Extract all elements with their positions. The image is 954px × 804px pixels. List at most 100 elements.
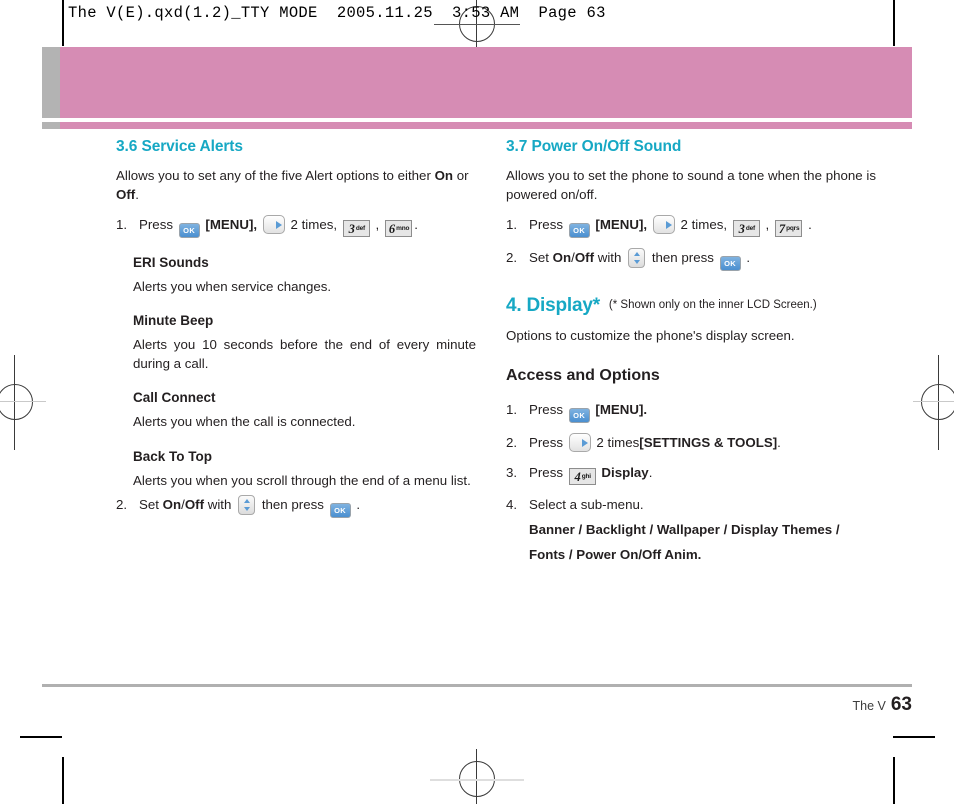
right-arrow-key-icon xyxy=(652,214,675,234)
footer-rule xyxy=(42,684,912,687)
header-banner xyxy=(42,47,912,118)
step-on-label: On xyxy=(162,496,182,512)
step-off-label: Off xyxy=(184,496,205,512)
numeric-key-3-digit: 3 xyxy=(348,221,355,236)
footer: The V 63 xyxy=(853,694,913,716)
numeric-key-4-digit: 4 xyxy=(574,470,581,485)
step-comma: , xyxy=(765,216,770,232)
step-period: . xyxy=(746,249,751,265)
print-slug-line: The V(E).qxd(1.2)_TTY MODE 2005.11.25 3:… xyxy=(68,4,606,22)
step-with-label: with xyxy=(207,496,232,512)
step-times-label: 2 times, xyxy=(680,216,728,232)
step-item: 1. Press OK [MENU], 2 times, 3def , 7pqr… xyxy=(506,214,876,238)
step-number: 1. xyxy=(116,216,128,232)
submenu-list-line-1: Banner / Backlight / Wallpaper / Display… xyxy=(529,521,840,537)
header-banner-rule-tab xyxy=(42,122,60,129)
numeric-key-4-icon: 4ghi xyxy=(568,468,596,486)
registration-mark-top-hline xyxy=(434,24,520,25)
step-item: 2. Set On/Off with then press OK . xyxy=(506,247,876,271)
intro-text-a: Allows you to set any of the five Alert … xyxy=(116,168,435,183)
step-period: . xyxy=(808,216,812,232)
registration-mark-right-hline xyxy=(913,401,954,403)
crop-mark-top-right-vertical xyxy=(893,0,895,46)
numeric-key-3-digit: 3 xyxy=(738,221,745,236)
footer-label: The V xyxy=(852,699,886,713)
ok-key-icon: OK xyxy=(568,407,590,423)
display-label: Display xyxy=(601,465,649,481)
header-banner-rule xyxy=(42,122,912,129)
numeric-key-7-letters: pqrs xyxy=(786,224,800,232)
numeric-key-6-icon: 6mno xyxy=(384,219,413,237)
menu-label: [MENU], xyxy=(205,216,258,232)
numeric-key-7-digit: 7 xyxy=(778,221,786,236)
subsection-body-eri-sounds: Alerts you when service changes. xyxy=(133,278,332,294)
subsection-body-call-connect: Alerts you when the call is connected. xyxy=(133,414,356,430)
ok-key-icon: OK xyxy=(568,222,590,238)
step-with-label: with xyxy=(597,249,622,265)
step-then-press-label: then press xyxy=(261,496,324,512)
crop-mark-bottom-left-vertical xyxy=(62,757,64,804)
registration-mark-bottom-vline xyxy=(476,749,478,804)
numeric-key-3-letters: def xyxy=(355,224,365,232)
menu-label: [MENU]. xyxy=(595,401,648,417)
step-select-submenu-label: Select a sub-menu. xyxy=(529,497,644,513)
crop-mark-bottom-right-horizontal xyxy=(893,736,935,738)
section-4-body: Options to customize the phone's display… xyxy=(506,327,795,343)
subsection-title-back-to-top: Back To Top xyxy=(133,448,213,464)
step-set-label: Set xyxy=(139,496,159,512)
section-4-note: (* Shown only on the inner LCD Screen.) xyxy=(608,298,817,311)
step-item: 1. Press OK [MENU], 2 times, 3def , 6mno… xyxy=(116,214,476,238)
subsection-body-back-to-top: Alerts you when you scroll through the e… xyxy=(133,472,471,488)
section-heading-3-6: 3.6 Service Alerts xyxy=(116,138,243,155)
step-item: 4. Select a sub-menu. Banner / Backlight… xyxy=(506,494,876,566)
step-number: 3. xyxy=(506,465,518,481)
numeric-key-6-digit: 6 xyxy=(388,221,396,236)
step-item: 3. Press 4ghi Display. xyxy=(506,462,876,486)
registration-mark-left-hline xyxy=(0,401,46,403)
section-3-7-steps: 1. Press OK [MENU], 2 times, 3def , 7pqr… xyxy=(506,214,876,271)
subsection-title-eri-sounds: ERI Sounds xyxy=(133,254,209,270)
step-number: 1. xyxy=(506,216,518,232)
step-set-label: Set xyxy=(529,249,549,265)
up-down-arrow-key-icon xyxy=(238,494,256,515)
step-number: 4. xyxy=(506,497,518,513)
registration-mark-bottom-hline xyxy=(430,779,524,781)
step-item: 1. Press OK [MENU]. xyxy=(506,399,876,423)
access-and-options-heading: Access and Options xyxy=(506,366,660,384)
intro-on: On xyxy=(434,168,454,183)
ok-key-icon: OK xyxy=(329,502,351,518)
step-comma: , xyxy=(375,216,380,232)
numeric-key-3-letters: def xyxy=(745,224,755,232)
step-period: . xyxy=(356,496,361,512)
right-arrow-key-icon xyxy=(262,214,285,234)
settings-tools-label: [SETTINGS & TOOLS] xyxy=(639,434,778,450)
step-item: 2. Press 2 times[SETTINGS & TOOLS]. xyxy=(506,432,876,454)
menu-label: [MENU], xyxy=(595,216,648,232)
step-off-label: Off xyxy=(574,249,595,265)
subsection-title-minute-beep: Minute Beep xyxy=(133,312,214,328)
registration-mark-left-vline xyxy=(14,355,16,450)
registration-mark-right-vline xyxy=(938,355,940,450)
step-period: . xyxy=(414,216,418,232)
numeric-key-3-icon: 3def xyxy=(732,219,760,237)
step-press-label: Press xyxy=(529,216,563,232)
numeric-key-3-icon: 3def xyxy=(342,219,370,237)
crop-mark-bottom-left-horizontal xyxy=(20,736,62,738)
header-banner-tab xyxy=(42,47,60,118)
step-on-label: On xyxy=(552,249,572,265)
step-press-label: Press xyxy=(529,434,563,450)
subsection-title-call-connect: Call Connect xyxy=(133,390,216,406)
subsection-body-minute-beep: Alerts you 10 seconds before the end of … xyxy=(133,336,476,372)
section-3-6-intro: Allows you to set any of the five Alert … xyxy=(116,166,476,205)
step-press-label: Press xyxy=(139,216,173,232)
numeric-key-6-letters: mno xyxy=(396,224,410,232)
section-3-6-steps-top: 1. Press OK [MENU], 2 times, 3def , 6mno… xyxy=(116,214,476,238)
step-item: 2. Set On/Off with then press OK . xyxy=(116,494,476,518)
step-times-label: 2 times xyxy=(596,434,640,450)
ok-key-icon: OK xyxy=(719,255,741,271)
step-number: 2. xyxy=(116,496,128,512)
step-number: 2. xyxy=(506,434,518,450)
right-column: 3.7 Power On/Off Sound Allows you to set… xyxy=(506,138,876,575)
intro-off: Off xyxy=(116,187,136,203)
step-number: 1. xyxy=(506,401,518,417)
